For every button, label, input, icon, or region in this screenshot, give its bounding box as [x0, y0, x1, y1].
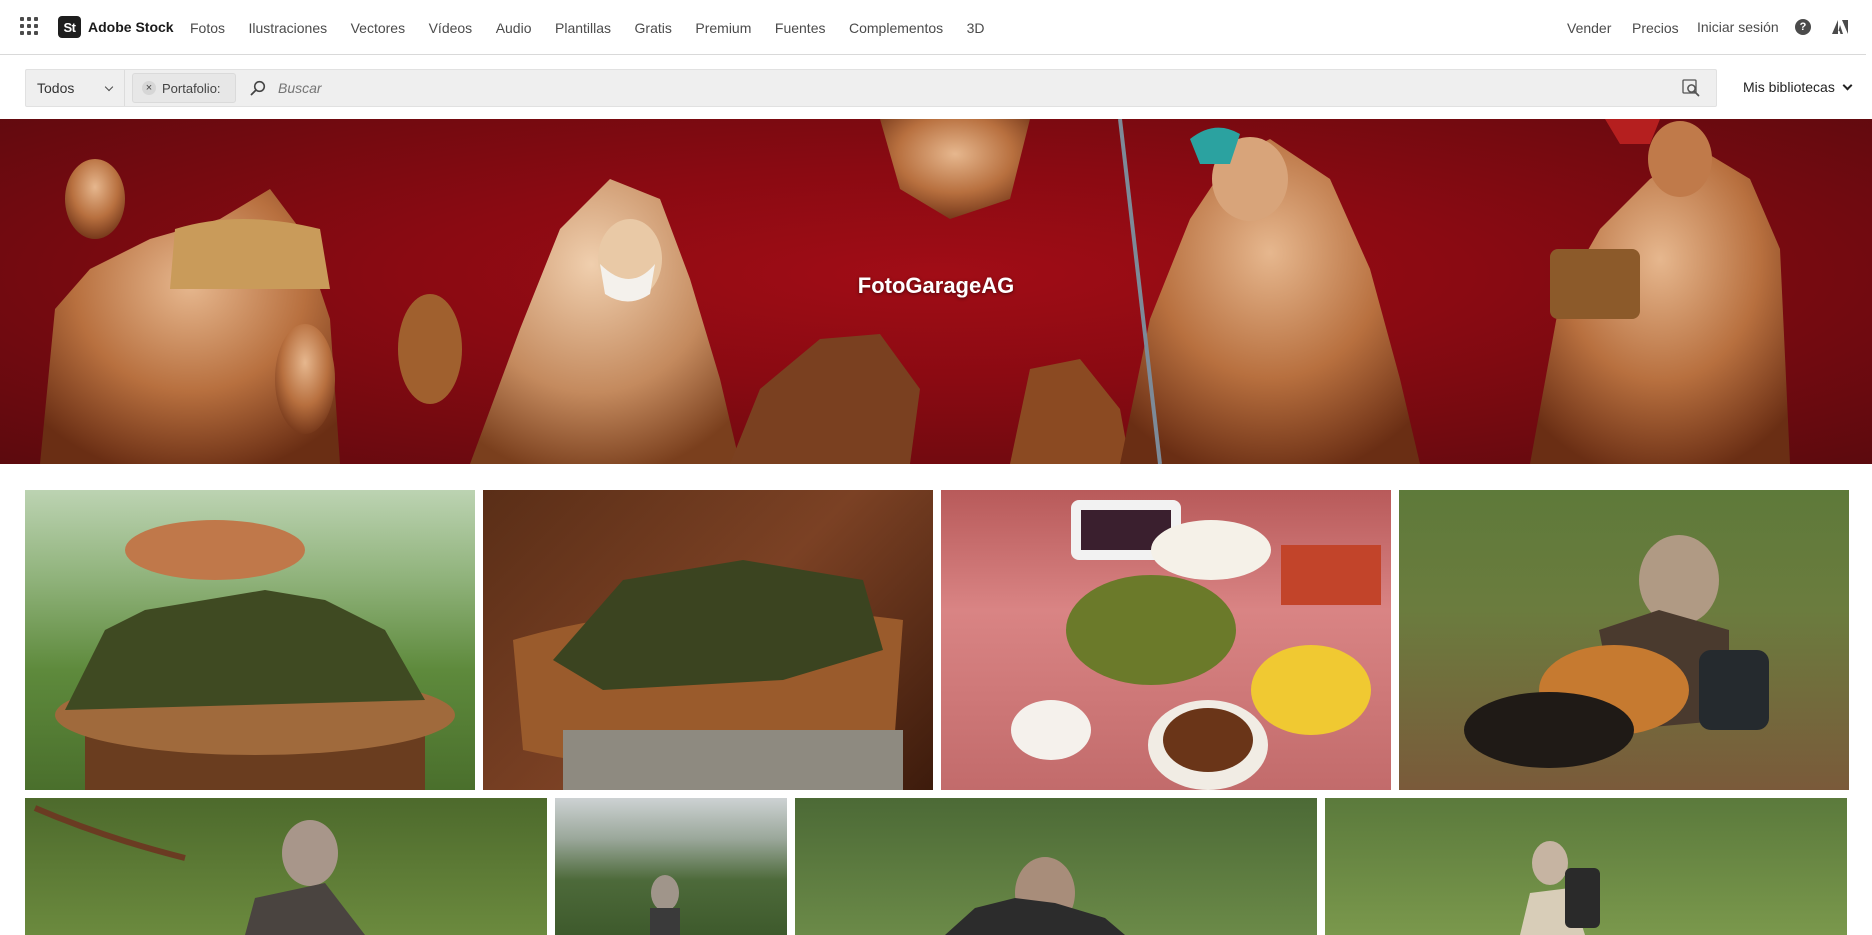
gallery-image[interactable]: [941, 490, 1391, 790]
search-icon: [250, 80, 266, 96]
logo-badge: St: [58, 16, 81, 38]
sell-link[interactable]: Vender: [1567, 20, 1611, 36]
gallery-image[interactable]: [483, 490, 933, 790]
gallery-image[interactable]: [555, 798, 787, 935]
gallery-image[interactable]: [1325, 798, 1847, 935]
close-icon[interactable]: ×: [142, 81, 156, 95]
nav-link-3d[interactable]: 3D: [967, 20, 985, 36]
logo-text: Adobe Stock: [88, 19, 174, 35]
visual-search-icon[interactable]: [1682, 79, 1700, 97]
nav-link-ilustraciones[interactable]: Ilustraciones: [249, 20, 328, 36]
nav-link-gratis[interactable]: Gratis: [635, 20, 672, 36]
nav-link-audio[interactable]: Audio: [496, 20, 532, 36]
chevron-down-icon: [1842, 80, 1853, 90]
my-libraries-button[interactable]: Mis bibliotecas: [1743, 79, 1853, 95]
gallery-image[interactable]: [795, 798, 1317, 935]
adobe-logo-icon[interactable]: [1832, 19, 1848, 35]
apps-grid-icon[interactable]: [20, 17, 38, 35]
gallery-image[interactable]: [25, 798, 547, 935]
adobe-stock-logo[interactable]: St Adobe Stock: [58, 16, 174, 38]
content-type-value: Todos: [37, 80, 75, 96]
nav-link-plantillas[interactable]: Plantillas: [555, 20, 611, 36]
nav-link-videos[interactable]: Vídeos: [429, 20, 473, 36]
top-navigation: St Adobe Stock Fotos Ilustraciones Vecto…: [0, 0, 1866, 55]
portfolio-cover-image: FotoGarageAG: [0, 119, 1872, 464]
nav-link-premium[interactable]: Premium: [695, 20, 751, 36]
nav-link-complementos[interactable]: Complementos: [849, 20, 943, 36]
chevron-down-icon: [104, 82, 114, 92]
main-nav: Fotos Ilustraciones Vectores Vídeos Audi…: [190, 0, 1008, 55]
nav-link-vectores[interactable]: Vectores: [351, 20, 405, 36]
gallery-image[interactable]: [25, 490, 475, 790]
my-libraries-label: Mis bibliotecas: [1743, 79, 1835, 95]
pricing-link[interactable]: Precios: [1632, 20, 1679, 36]
portfolio-tag-label: Portafolio:: [162, 80, 221, 96]
search-input[interactable]: [278, 70, 1658, 106]
help-icon[interactable]: ?: [1795, 19, 1811, 35]
search-bar: Todos × Portafolio:: [25, 69, 1717, 107]
nav-link-fotos[interactable]: Fotos: [190, 20, 225, 36]
content-type-dropdown[interactable]: Todos: [26, 70, 125, 106]
signin-link[interactable]: Iniciar sesión: [1697, 19, 1779, 35]
nav-link-fuentes[interactable]: Fuentes: [775, 20, 826, 36]
portfolio-filter-tag: × Portafolio:: [132, 73, 236, 103]
portfolio-title: FotoGarageAG: [857, 273, 1015, 298]
gallery-image[interactable]: [1399, 490, 1849, 790]
